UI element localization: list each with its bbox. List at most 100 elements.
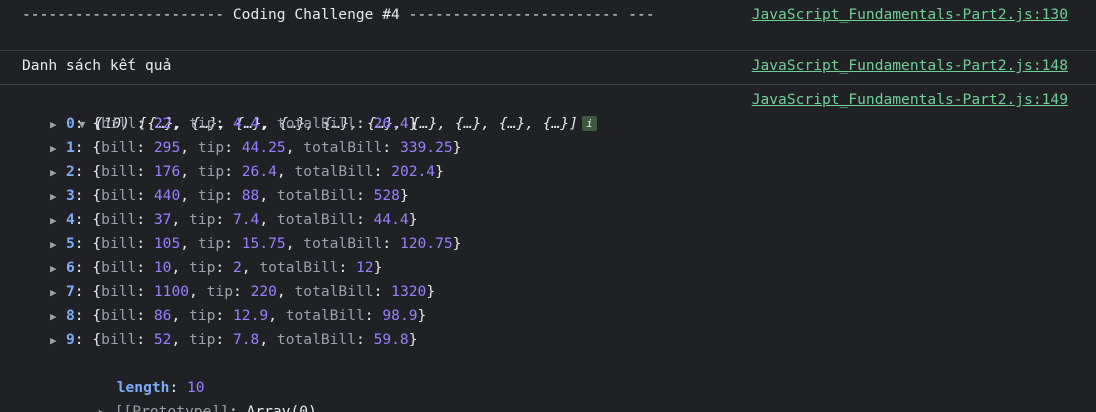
entry-index: 5 [66,235,75,252]
tip-value: 88 [241,187,260,204]
triangle-right-icon[interactable]: ▶ [50,305,66,329]
triangle-right-icon[interactable]: ▶ [50,281,66,305]
tip-value: 15.75 [241,235,286,252]
total-bill-value: 120.75 [399,235,453,252]
prototype-key: [[Prototype]] [114,403,229,412]
entry-index: 2 [66,163,75,180]
bill-key: bill [101,283,137,300]
total-bill-key: totalBill [276,187,356,204]
tip-key: tip [206,283,233,300]
entry-index: 0 [66,115,75,132]
source-link-149[interactable]: JavaScript_Fundamentals-Part2.js:149 [752,88,1068,112]
total-bill-key: totalBill [303,139,383,156]
bill-value: 22 [153,115,172,132]
bill-value: 1100 [153,283,190,300]
array-entry-row[interactable]: ▶ 4: {bill: 37, tip: 7.4, totalBill: 44.4… [50,208,1096,232]
array-length-row: length: 10 [116,379,205,396]
tip-key: tip [189,115,216,132]
bill-key: bill [101,115,137,132]
console-message-3: ▼ (10) [{…}, {…}, {…}, {…}, {…}, {…}, {…}… [0,85,1096,412]
entry-index: 1 [66,139,75,156]
bill-key: bill [101,331,137,348]
total-bill-value: 12 [356,259,374,276]
tip-key: tip [197,163,225,180]
bill-value: 86 [153,307,172,324]
bill-value: 105 [153,235,181,252]
source-link-130[interactable]: JavaScript_Fundamentals-Part2.js:130 [752,3,1068,27]
array-entry-row[interactable]: ▶ 8: {bill: 86, tip: 12.9, totalBill: 98.… [50,304,1096,328]
total-bill-key: totalBill [259,259,339,276]
tip-value: 7.8 [232,331,260,348]
bill-value: 295 [153,139,181,156]
array-entry-row[interactable]: ▶ 6: {bill: 10, tip: 2, totalBill: 12} [50,256,1096,280]
tip-value: 44.25 [241,139,286,156]
triangle-right-icon[interactable]: ▶ [50,329,66,353]
source-link-148[interactable]: JavaScript_Fundamentals-Part2.js:148 [752,54,1068,78]
triangle-right-icon[interactable]: ▶ [50,257,66,281]
total-bill-value: 202.4 [391,163,436,180]
total-bill-key: totalBill [276,115,356,132]
array-entry-row[interactable]: ▶ 3: {bill: 440, tip: 88, totalBill: 528} [50,184,1096,208]
triangle-right-icon[interactable]: ▶ [50,233,66,257]
tip-value: 4.4 [232,115,260,132]
total-bill-value: 1320 [391,283,427,300]
devtools-console: ----------------------- Coding Challenge… [0,0,1096,412]
total-bill-key: totalBill [276,331,356,348]
total-bill-value: 59.8 [373,331,409,348]
bill-key: bill [101,139,137,156]
total-bill-value: 98.9 [382,307,418,324]
entry-index: 3 [66,187,75,204]
bill-value: 37 [153,211,172,228]
total-bill-key: totalBill [294,283,374,300]
bill-value: 440 [153,187,181,204]
tip-value: 12.9 [232,307,269,324]
triangle-right-icon[interactable]: ▶ [50,209,66,233]
triangle-right-icon[interactable]: ▶ [50,161,66,185]
entry-index: 7 [66,283,75,300]
total-bill-value: 44.4 [373,211,409,228]
console-message-text: ----------------------- Coding Challenge… [22,6,655,23]
bill-value: 176 [153,163,181,180]
length-key: length [116,379,170,396]
total-bill-key: totalBill [294,163,374,180]
tip-key: tip [189,211,216,228]
total-bill-value: 528 [373,187,400,204]
total-bill-key: totalBill [276,211,356,228]
bill-key: bill [101,211,137,228]
triangle-right-icon[interactable]: ▶ [50,185,66,209]
total-bill-value: 26.4 [373,115,409,132]
array-entry-row[interactable]: ▶ 2: {bill: 176, tip: 26.4, totalBill: 20… [50,160,1096,184]
tip-value: 220 [250,283,277,300]
total-bill-value: 339.25 [399,139,453,156]
console-message-1: ----------------------- Coding Challenge… [0,0,1096,51]
array-entry-row[interactable]: ▶ 5: {bill: 105, tip: 15.75, totalBill: 1… [50,232,1096,256]
tip-key: tip [189,259,216,276]
bill-key: bill [101,187,137,204]
prototype-value: Array(0) [246,403,317,412]
tip-key: tip [189,307,216,324]
entry-index: 8 [66,307,75,324]
total-bill-key: totalBill [303,235,383,252]
triangle-right-icon[interactable]: ▶ [50,137,66,161]
entry-index: 6 [66,259,75,276]
array-entry-row[interactable]: ▶ 7: {bill: 1100, tip: 220, totalBill: 13… [50,280,1096,304]
tip-key: tip [189,331,216,348]
array-entry-row[interactable]: ▶ 9: {bill: 52, tip: 7.8, totalBill: 59.8… [50,328,1096,352]
bill-key: bill [101,163,137,180]
total-bill-key: totalBill [285,307,365,324]
bill-key: bill [101,235,137,252]
bill-key: bill [101,307,137,324]
triangle-right-icon[interactable]: ▶ [50,113,66,137]
triangle-right-icon[interactable]: ▶ [99,401,115,412]
tip-key: tip [197,139,225,156]
console-message-2: Danh sách kết quả JavaScript_Fundamental… [0,51,1096,85]
tip-value: 26.4 [241,163,277,180]
bill-value: 10 [153,259,172,276]
length-value: 10 [187,379,205,396]
array-entries: ▶ 0: {bill: 22, tip: 4.4, totalBill: 26.4… [26,112,1096,352]
tip-key: tip [197,187,225,204]
info-icon[interactable]: i [581,116,597,131]
array-entry-row[interactable]: ▶ 1: {bill: 295, tip: 44.25, totalBill: 3… [50,136,1096,160]
bill-value: 52 [153,331,172,348]
tip-value: 2 [232,259,242,276]
